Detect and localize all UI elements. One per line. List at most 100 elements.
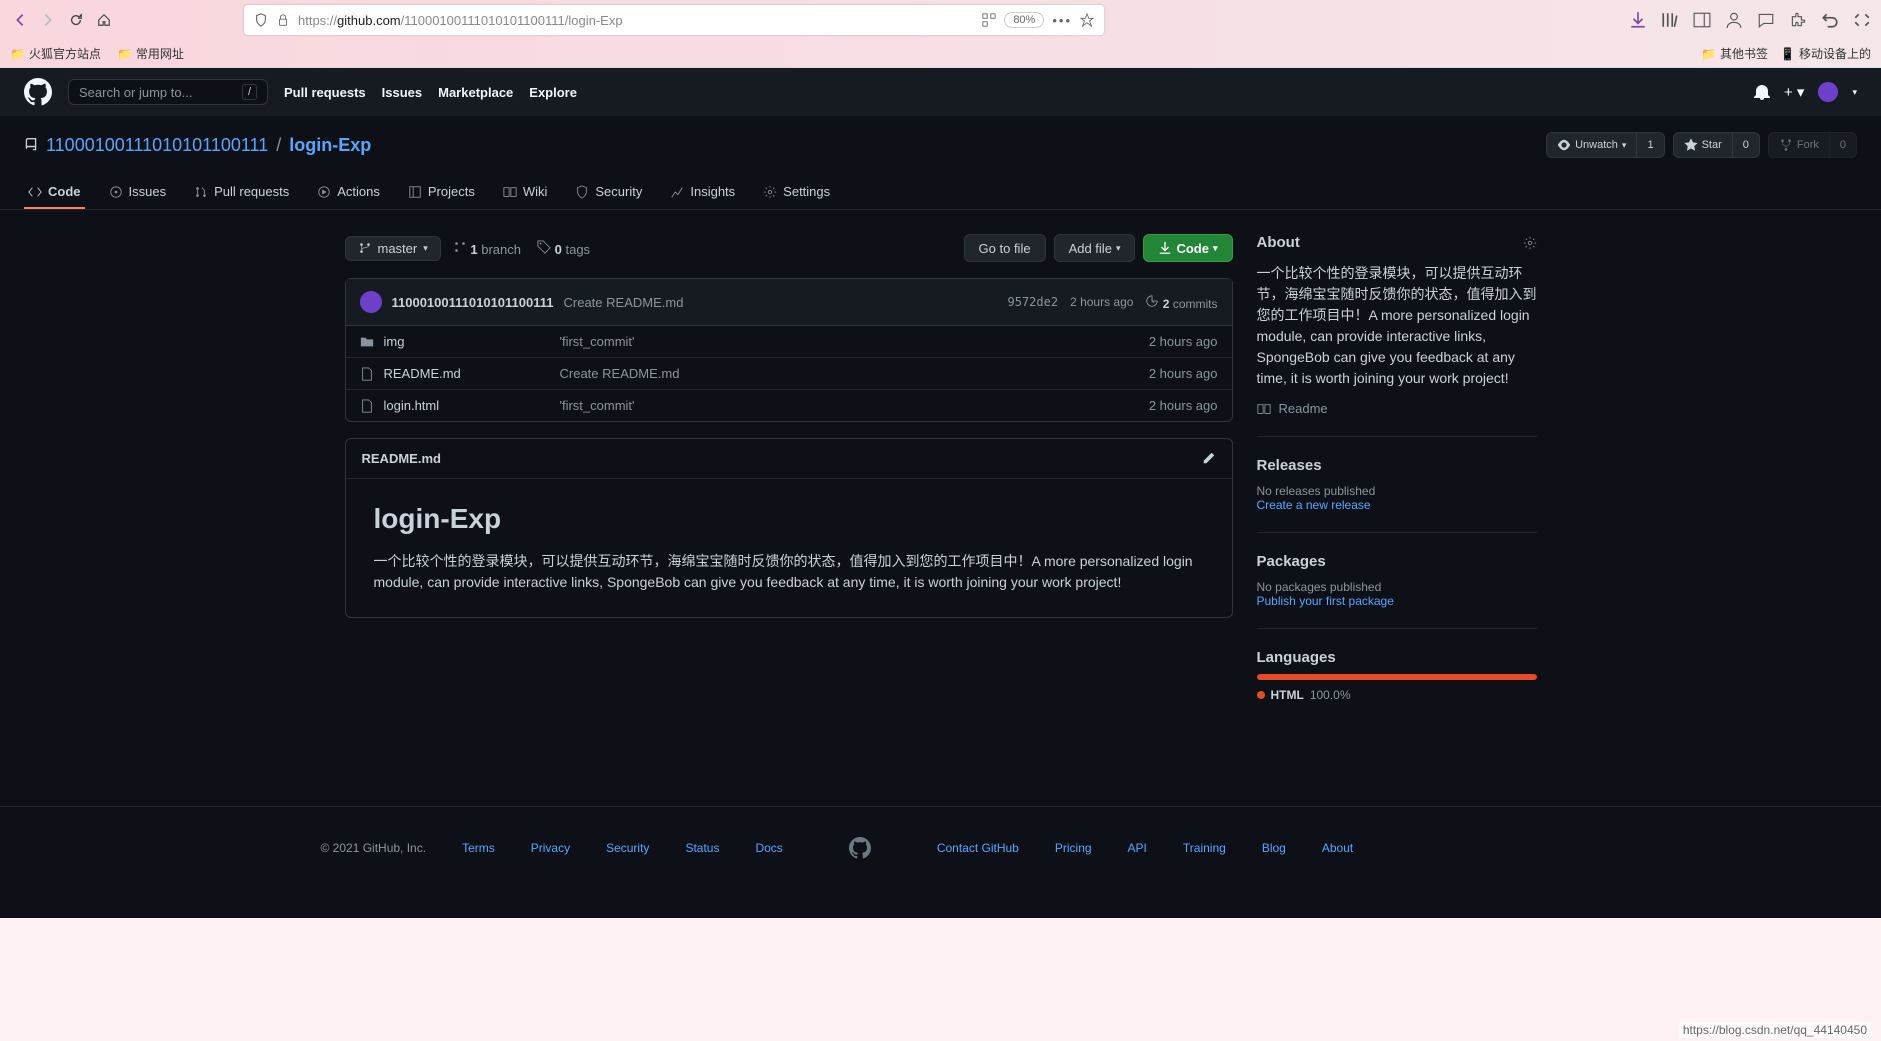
file-commit-msg[interactable]: 'first_commit' — [560, 398, 1149, 413]
nav-issues[interactable]: Issues — [382, 85, 422, 100]
pencil-icon[interactable] — [1202, 451, 1216, 465]
footer-pricing[interactable]: Pricing — [1055, 841, 1092, 855]
footer-security[interactable]: Security — [606, 841, 649, 855]
gear-icon[interactable] — [1523, 236, 1537, 250]
fork-button[interactable]: Fork 0 — [1768, 132, 1857, 158]
tab-wiki[interactable]: Wiki — [499, 176, 552, 209]
footer-about[interactable]: About — [1322, 841, 1353, 855]
nav-marketplace[interactable]: Marketplace — [438, 85, 513, 100]
add-file-button[interactable]: Add file ▾ — [1054, 234, 1136, 262]
publish-package-link[interactable]: Publish your first package — [1257, 594, 1537, 608]
repo-body: master▾ 1 branch 0 tags Go to file Add f… — [321, 210, 1561, 766]
tab-insights[interactable]: Insights — [666, 176, 739, 209]
tab-settings[interactable]: Settings — [759, 176, 834, 209]
commits-link[interactable]: 2 commits — [1145, 294, 1217, 311]
file-commit-time: 2 hours ago — [1149, 398, 1218, 413]
gear-icon — [763, 185, 777, 199]
github-logo-icon[interactable] — [849, 837, 871, 859]
commit-sha-link[interactable]: 9572de2 — [1007, 295, 1058, 309]
reload-button[interactable] — [66, 10, 86, 30]
tags-count-link[interactable]: 0 tags — [537, 240, 590, 257]
account-icon[interactable] — [1725, 11, 1743, 29]
commit-message-link[interactable]: Create README.md — [564, 295, 684, 310]
table-row[interactable]: README.mdCreate README.md2 hours ago — [346, 358, 1232, 390]
downloads-icon[interactable] — [1629, 11, 1647, 29]
tab-code[interactable]: Code — [24, 176, 85, 209]
chevron-down-icon: ▾ — [423, 243, 428, 254]
puzzle-icon[interactable] — [1789, 11, 1807, 29]
repo-owner-link[interactable]: 11000100111010101100111 — [46, 135, 268, 156]
fork-icon — [1779, 138, 1793, 152]
bookmark-item[interactable]: 📁火狐官方站点 — [10, 45, 101, 62]
tab-pulls[interactable]: Pull requests — [190, 176, 293, 209]
footer-docs[interactable]: Docs — [755, 841, 782, 855]
tab-actions[interactable]: Actions — [313, 176, 384, 209]
footer-blog[interactable]: Blog — [1262, 841, 1286, 855]
forward-button[interactable] — [38, 10, 58, 30]
bookmark-item[interactable]: 📁其他书签 — [1701, 45, 1768, 62]
commit-author-link[interactable]: 11000100111010101100111 — [392, 295, 554, 310]
create-menu[interactable]: + ▾ — [1784, 83, 1804, 101]
qr-icon[interactable] — [982, 13, 996, 27]
unwatch-button[interactable]: Unwatch▾ 1 — [1546, 132, 1664, 158]
star-button[interactable]: Star 0 — [1673, 132, 1760, 158]
notifications-icon[interactable] — [1754, 84, 1770, 100]
tag-icon — [537, 240, 551, 254]
branch-icon — [453, 240, 467, 254]
footer-api[interactable]: API — [1128, 841, 1147, 855]
language-item[interactable]: HTML100.0% — [1257, 688, 1537, 702]
play-icon — [317, 185, 331, 199]
table-row[interactable]: img'first_commit'2 hours ago — [346, 326, 1232, 358]
bookmark-item[interactable]: 📱移动设备上的 — [1780, 45, 1871, 62]
tab-projects[interactable]: Projects — [404, 176, 479, 209]
file-name-link[interactable]: login.html — [360, 398, 560, 413]
file-name-link[interactable]: img — [360, 334, 560, 349]
page-actions-icon[interactable]: ••• — [1052, 13, 1072, 28]
back-button[interactable] — [10, 10, 30, 30]
footer-training[interactable]: Training — [1183, 841, 1226, 855]
url-bar[interactable]: https://github.com/110001001110101011001… — [244, 5, 1104, 35]
footer-contact[interactable]: Contact GitHub — [937, 841, 1019, 855]
search-input[interactable]: Search or jump to... / — [68, 79, 268, 105]
tab-security[interactable]: Security — [571, 176, 646, 209]
undo-icon[interactable] — [1821, 11, 1839, 29]
footer-terms[interactable]: Terms — [462, 841, 495, 855]
footer-status[interactable]: Status — [685, 841, 719, 855]
library-icon[interactable] — [1661, 11, 1679, 29]
create-release-link[interactable]: Create a new release — [1257, 498, 1537, 512]
book-icon — [1257, 402, 1271, 416]
table-row[interactable]: login.html'first_commit'2 hours ago — [346, 390, 1232, 421]
file-commit-time: 2 hours ago — [1149, 334, 1218, 349]
zoom-badge[interactable]: 80% — [1004, 12, 1044, 28]
repo-name-link[interactable]: login-Exp — [289, 135, 371, 156]
lang-dot-icon — [1257, 691, 1265, 699]
goto-file-button[interactable]: Go to file — [964, 234, 1046, 262]
github-logo-icon[interactable] — [24, 78, 52, 106]
chat-icon[interactable] — [1757, 11, 1775, 29]
expand-icon[interactable] — [1853, 11, 1871, 29]
home-button[interactable] — [94, 10, 114, 30]
branch-count-link[interactable]: 1 branch 0 tags — [453, 240, 590, 257]
search-slash-hint: / — [242, 84, 257, 100]
commit-avatar[interactable] — [360, 291, 382, 313]
folder-icon: 📁 — [1701, 47, 1716, 61]
branch-icon — [358, 241, 372, 255]
branch-selector[interactable]: master▾ — [345, 236, 441, 261]
languages-section: Languages HTML100.0% — [1257, 649, 1537, 722]
tab-issues[interactable]: Issues — [105, 176, 171, 209]
sidebar-icon[interactable] — [1693, 11, 1711, 29]
readme-link[interactable]: Readme — [1257, 401, 1537, 416]
nav-explore[interactable]: Explore — [529, 85, 577, 100]
file-name-link[interactable]: README.md — [360, 366, 560, 381]
pull-request-icon — [194, 185, 208, 199]
footer-privacy[interactable]: Privacy — [531, 841, 570, 855]
code-download-button[interactable]: Code ▾ — [1143, 234, 1232, 262]
file-commit-msg[interactable]: 'first_commit' — [560, 334, 1149, 349]
readme-content: login-Exp 一个比较个性的登录模块，可以提供互动环节，海绵宝宝随时反馈你… — [346, 479, 1232, 617]
bookmark-item[interactable]: 📁常用网址 — [117, 45, 184, 62]
file-commit-msg[interactable]: Create README.md — [560, 366, 1149, 381]
bookmark-star-icon[interactable] — [1080, 13, 1094, 27]
readme-title: login-Exp — [374, 503, 1204, 535]
user-avatar[interactable] — [1818, 82, 1838, 102]
nav-pulls[interactable]: Pull requests — [284, 85, 366, 100]
